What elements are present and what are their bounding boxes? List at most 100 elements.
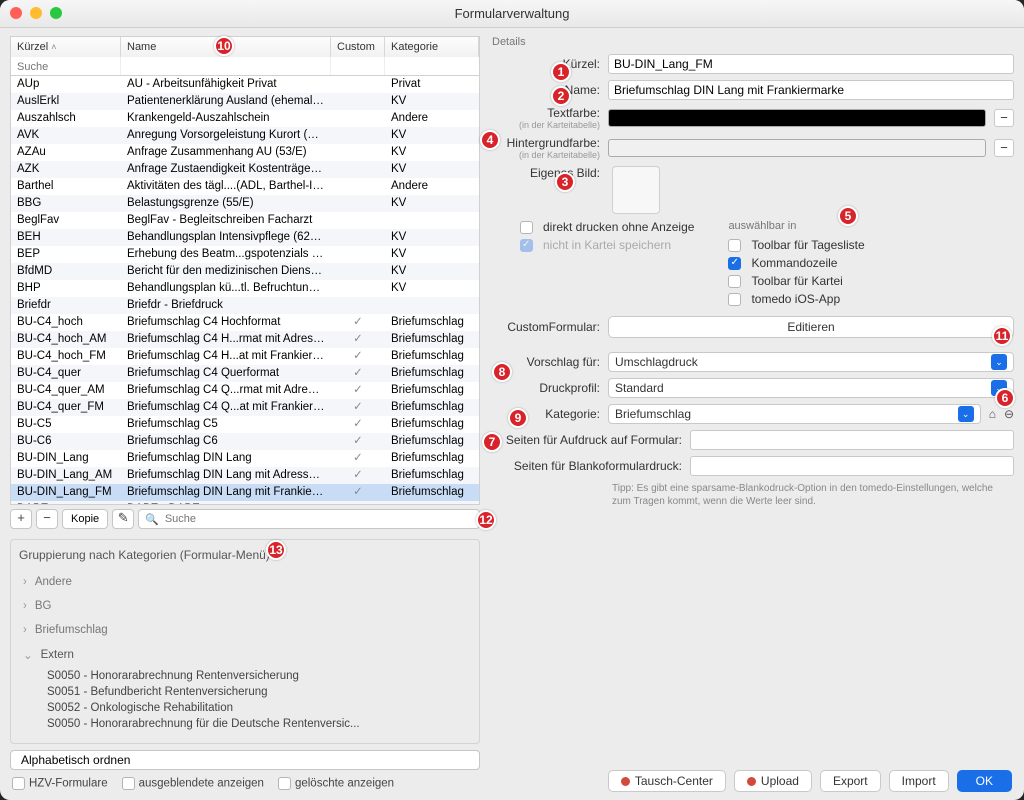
label-hidden: ausgeblendete anzeigen (139, 778, 264, 790)
export-button[interactable]: Export (820, 770, 881, 792)
grouping-title: Gruppierung nach Kategorien (Formular-Me… (19, 548, 471, 562)
import-button[interactable]: Import (889, 770, 949, 792)
bgcolor-clear-button[interactable]: − (994, 139, 1014, 157)
table-row[interactable]: BU-DIN_Lang_AMBriefumschlag DIN Lang mit… (11, 467, 479, 484)
table-row[interactable]: BU-C4_hoch_AMBriefumschlag C4 H...rmat m… (11, 331, 479, 348)
close-icon[interactable] (10, 7, 22, 19)
extern-sub-item[interactable]: S0051 - Befundbericht Rentenversicherung (19, 684, 471, 700)
checkbox-hzv[interactable] (12, 777, 25, 790)
group-item[interactable]: ›Andere (19, 570, 471, 594)
col-kategorie[interactable]: Kategorie (385, 37, 479, 57)
dropdown-druckprofil[interactable]: Standard⌄ (608, 378, 1014, 398)
annotation-badge: 10 (214, 36, 234, 56)
group-item[interactable]: ›BG (19, 594, 471, 618)
table-row[interactable]: BarthelAktivitäten des tägl....(ADL, Bar… (11, 178, 479, 195)
sort-alpha-button[interactable]: Alphabetisch ordnen (10, 750, 480, 770)
checkbox-ios[interactable] (728, 293, 741, 306)
bag-icon (621, 777, 630, 786)
table-row[interactable]: AUpAU - Arbeitsunfähigkeit PrivatPrivat (11, 76, 479, 93)
checkbox-kommando[interactable] (728, 257, 741, 270)
input-seiten-blanko[interactable] (690, 456, 1014, 476)
tausch-center-button[interactable]: Tausch-Center (608, 770, 726, 792)
textcolor-clear-button[interactable]: − (994, 109, 1014, 127)
filter-kurz-input[interactable] (15, 59, 116, 75)
label-druckprofil: Druckprofil: (492, 381, 600, 395)
table-row[interactable]: AZAuAnfrage Zusammenhang AU (53/E)KV (11, 144, 479, 161)
annotation-badge: 11 (992, 326, 1012, 346)
table-row[interactable]: BU-C4_hochBriefumschlag C4 Hochformat✓Br… (11, 314, 479, 331)
table-row[interactable]: BU-DIN_Lang_FMBriefumschlag DIN Lang mit… (11, 484, 479, 501)
table-row[interactable]: BU-C6Briefumschlag C6✓Briefumschlag (11, 433, 479, 450)
search-input[interactable] (163, 512, 473, 526)
dropdown-kategorie[interactable]: Briefumschlag⌄ (608, 404, 981, 424)
bgcolor-swatch[interactable] (608, 139, 986, 157)
minimize-icon[interactable] (30, 7, 42, 19)
table-row[interactable]: BEHBehandlungsplan Intensivpflege (62C/E… (11, 229, 479, 246)
checkbox-toolbar-kartei[interactable] (728, 275, 741, 288)
checkbox-no-save (520, 239, 533, 252)
table-row[interactable]: AVKAnregung Vorsorgeleistung Kurort (25/… (11, 127, 479, 144)
table-row[interactable]: BHPBehandlungsplan kü...tl. Befruchtung … (11, 280, 479, 297)
filter-kat-input[interactable] (389, 59, 475, 75)
table-body[interactable]: AUpAU - Arbeitsunfähigkeit PrivatPrivatA… (10, 75, 480, 505)
table-row[interactable]: BeglFavBeglFav - Begleitschreiben Fachar… (11, 212, 479, 229)
table-row[interactable]: AuszahlschKrankengeld-AuszahlscheinAnder… (11, 110, 479, 127)
annotation-badge: 5 (838, 206, 858, 226)
table-row[interactable]: BU-C4_hoch_FMBriefumschlag C4 H...at mit… (11, 348, 479, 365)
checkbox-toolbar-tag[interactable] (728, 239, 741, 252)
annotation-badge: 13 (266, 540, 286, 560)
dropdown-vorschlag[interactable]: Umschlagdruck⌄ (608, 352, 1014, 372)
col-kurz[interactable]: Kürzel ˄ (11, 37, 121, 57)
textcolor-swatch[interactable] (608, 109, 986, 127)
filter-custom-input[interactable] (335, 59, 380, 75)
titlebar: Formularverwaltung (0, 0, 1024, 28)
table-row[interactable]: BU-C4_querBriefumschlag C4 Querformat✓Br… (11, 365, 479, 382)
col-custom[interactable]: Custom (331, 37, 385, 57)
filter-button[interactable]: ✎ (112, 509, 134, 529)
extern-sub-item[interactable]: S0052 - Onkologische Rehabilitation (19, 700, 471, 716)
checkbox-hidden[interactable] (122, 777, 135, 790)
table-row[interactable]: BU-C4_quer_AMBriefumschlag C4 Q...rmat m… (11, 382, 479, 399)
home-icon[interactable]: ⌂ (989, 407, 996, 421)
checkbox-deleted[interactable] (278, 777, 291, 790)
chevron-down-icon: ⌄ (23, 648, 33, 662)
filter-name-input[interactable] (125, 59, 326, 75)
label-hzv: HZV-Formulare (29, 778, 108, 790)
table-row[interactable]: AuslErklPatientenerklärung Ausland (ehem… (11, 93, 479, 110)
search-box[interactable]: 🔍 (138, 509, 480, 529)
add-button[interactable]: + (10, 509, 32, 529)
input-name[interactable] (608, 80, 1014, 100)
upload-button[interactable]: Upload (734, 770, 812, 792)
window-controls (10, 7, 62, 19)
checkbox-direct-print[interactable] (520, 221, 533, 234)
table-row[interactable]: AZKAnfrage Zustaendigkeit Kostenträger (… (11, 161, 479, 178)
table-row[interactable]: BU-C5Briefumschlag C5✓Briefumschlag (11, 416, 479, 433)
remove-button[interactable]: − (36, 509, 58, 529)
table-row[interactable]: BriefdrBriefdr - Briefdruck (11, 297, 479, 314)
group-item-extern[interactable]: ⌄Extern (19, 642, 471, 668)
zoom-icon[interactable] (50, 7, 62, 19)
extern-sub-item[interactable]: S0050 - Honorarabrechnung für die Deutsc… (19, 716, 471, 732)
ok-button[interactable]: OK (957, 770, 1012, 792)
chevron-right-icon: › (23, 600, 27, 612)
table-row[interactable]: BBGBelastungsgrenze (55/E)KV (11, 195, 479, 212)
table-row[interactable]: DABEDABE - DABE (11, 501, 479, 505)
extern-sub-item[interactable]: S0050 - Honorarabrechnung Rentenversiche… (19, 668, 471, 684)
table-row[interactable]: BU-C4_quer_FMBriefumschlag C4 Q...at mit… (11, 399, 479, 416)
label-toolbar-kartei: Toolbar für Kartei (751, 274, 842, 288)
label-direct-print: direkt drucken ohne Anzeige (543, 220, 694, 234)
details-heading: Details (492, 36, 1014, 48)
table-row[interactable]: BfdMDBericht für den medizinischen Diens… (11, 263, 479, 280)
image-well[interactable] (612, 166, 660, 214)
label-no-save: nicht in Kartei speichern (543, 238, 671, 252)
table-row[interactable]: BU-DIN_LangBriefumschlag DIN Lang✓Briefu… (11, 450, 479, 467)
chevron-down-icon: ⌄ (991, 354, 1007, 370)
input-kurz[interactable] (608, 54, 1014, 74)
copy-button[interactable]: Kopie (62, 509, 108, 529)
annotation-badge: 12 (476, 510, 496, 530)
remove-category-button[interactable]: ⊖ (1004, 407, 1014, 421)
group-item[interactable]: ›Briefumschlag (19, 618, 471, 642)
edit-button[interactable]: Editieren (608, 316, 1014, 338)
table-row[interactable]: BEPErhebung des Beatm...gspotenzials (62… (11, 246, 479, 263)
input-seiten-aufdruck[interactable] (690, 430, 1014, 450)
